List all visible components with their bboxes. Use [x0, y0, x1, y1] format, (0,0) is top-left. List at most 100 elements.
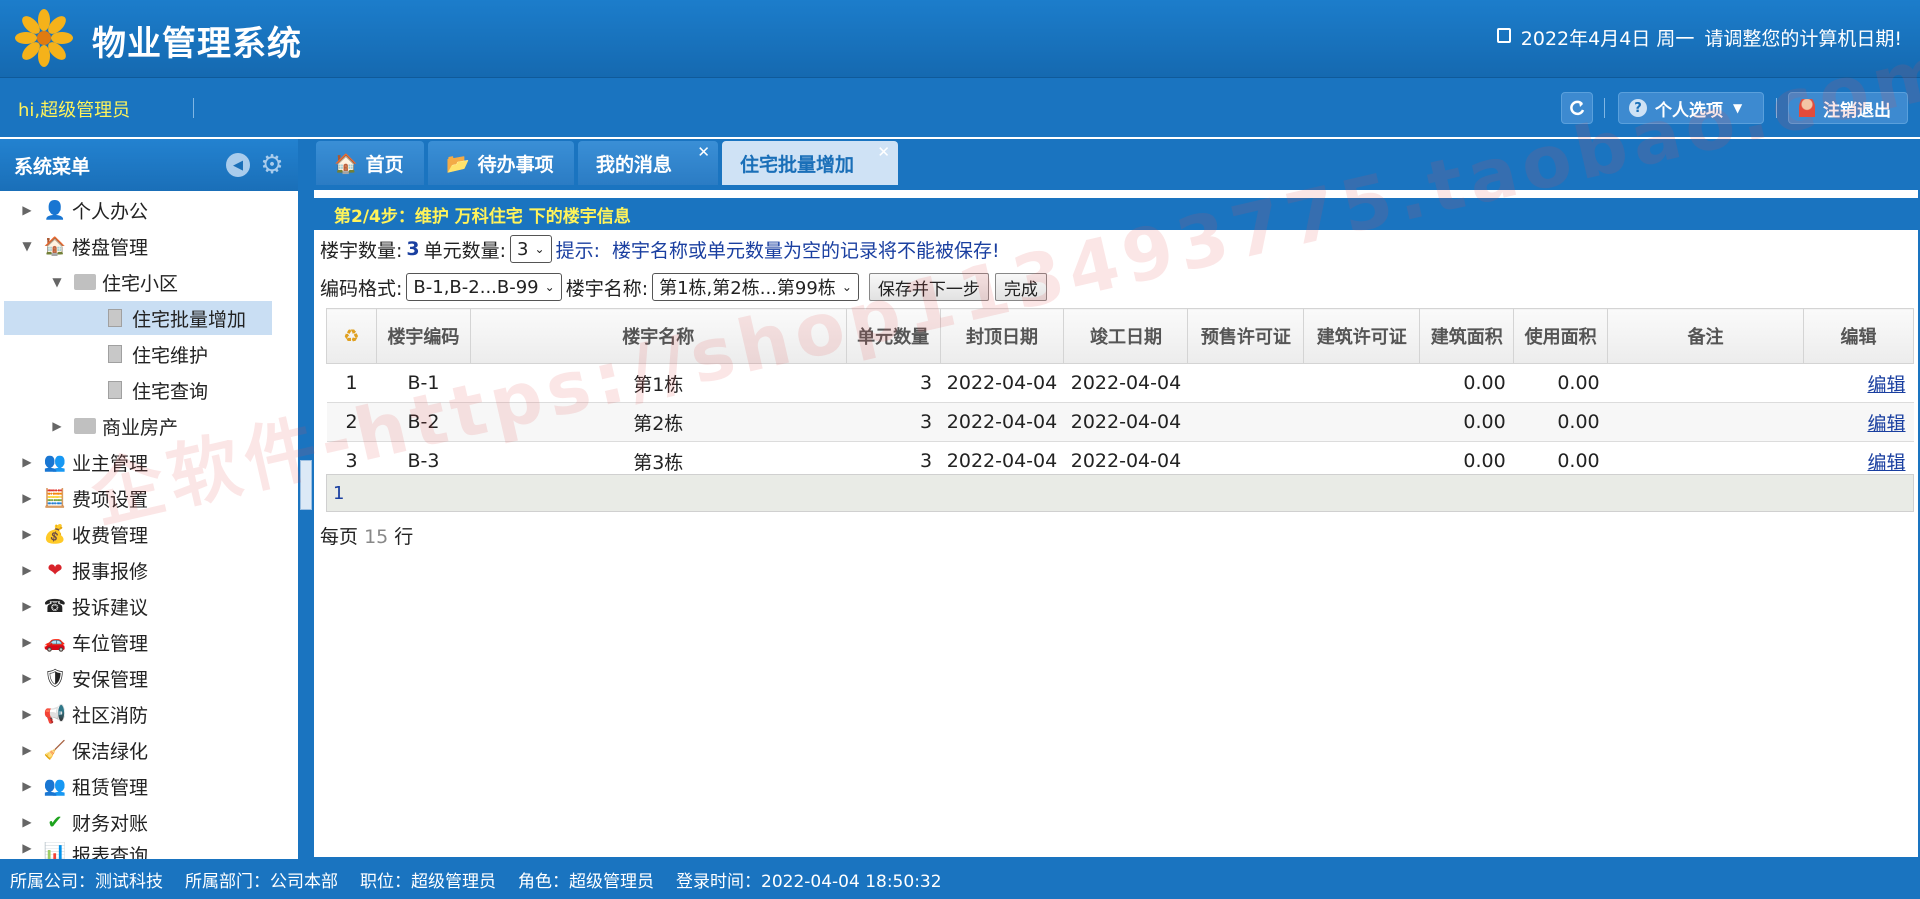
topping-date[interactable]: 2022-04-04 [940, 363, 1064, 403]
row-number: 2 [326, 402, 377, 442]
sidebar-item-residential[interactable]: ▼ 住宅小区 [48, 265, 178, 299]
finish-button[interactable]: 完成 [994, 273, 1047, 301]
edit-link[interactable]: 编辑 [1867, 374, 1905, 396]
sidebar-item-report[interactable]: ▶ 📊 报表查询 [18, 841, 148, 859]
building-name-select[interactable]: 第1栋,第2栋...第99栋 ⌄ [652, 273, 859, 301]
building-name[interactable]: 第1栋 [470, 363, 847, 403]
unit-count[interactable]: 3 [846, 363, 941, 403]
sidebar-item-label: 收费管理 [72, 524, 149, 547]
tab-todo[interactable]: 📂 待办事项 [428, 141, 574, 185]
save-next-button[interactable]: 保存并下一步 [868, 273, 989, 301]
sidebar-item-fees[interactable]: ▶ 🧮 费项设置 [18, 481, 148, 515]
current-date: 2022年4月4日 周一 [1520, 28, 1695, 50]
presale-permit[interactable] [1187, 363, 1304, 403]
refresh-rows-icon[interactable]: ♻ [326, 308, 377, 364]
personal-options-button[interactable]: ? 个人选项 ▼ [1618, 92, 1764, 124]
building-area[interactable]: 0.00 [1419, 402, 1514, 442]
gear-icon[interactable]: ⚙ [260, 152, 284, 178]
building-name-value: 第1栋,第2栋...第99栋 [659, 278, 836, 299]
usable-area[interactable]: 0.00 [1513, 363, 1608, 403]
grid-header-row: ♻ 楼宇编码 楼宇名称 单元数量 封顶日期 竣工日期 预售许可证 建筑许可证 建… [326, 308, 1915, 364]
main-area: 🏠 首页 📂 待办事项 我的消息 ✕ 住宅批量增加 ✕ 第2/4步：维护 万科住… [312, 139, 1920, 859]
rows-per-page-value[interactable]: 15 [364, 526, 388, 548]
sidebar-item-fire[interactable]: ▶ 📢 社区消防 [18, 697, 148, 731]
unit-count-select[interactable]: 3 ⌄ [510, 235, 552, 263]
sidebar-item-finance[interactable]: ▶ ✔ 财务对账 [18, 805, 148, 839]
building-permit[interactable] [1303, 363, 1420, 403]
usable-area[interactable]: 0.00 [1513, 402, 1608, 442]
building-name[interactable]: 第2栋 [470, 402, 847, 442]
column-header[interactable]: 备注 [1607, 308, 1804, 364]
column-header[interactable]: 单元数量 [845, 308, 941, 364]
edit-link[interactable]: 编辑 [1867, 413, 1905, 435]
chevron-right-icon: ▶ [22, 563, 32, 577]
rows-per-page-suffix: 行 [394, 526, 414, 548]
column-header[interactable]: 编辑 [1802, 308, 1915, 364]
refresh-button[interactable] [1561, 92, 1593, 124]
note[interactable] [1607, 402, 1804, 442]
heart-icon: ❤ [47, 559, 63, 581]
code-format-select[interactable]: B-1,B-2...B-99 ⌄ [406, 273, 562, 301]
table-row[interactable]: 2 B-2 第2栋 3 2022-04-04 2022-04-04 0.00 0… [326, 402, 1914, 442]
presale-permit[interactable] [1187, 402, 1304, 442]
column-header[interactable]: 预售许可证 [1187, 308, 1305, 364]
sidebar-item-personal-office[interactable]: ▶ 👤 个人办公 [18, 193, 148, 227]
sidebar-item-label: 住宅维护 [132, 344, 209, 367]
tab-home[interactable]: 🏠 首页 [316, 141, 424, 185]
form-row-counts: 楼宇数量: 3 单元数量: 3 ⌄ 提示: 楼宇名称或单元数量为空的记录将不能被… [320, 232, 1000, 266]
date-area: 2022年4月4日 周一 请调整您的计算机日期! [1496, 24, 1902, 51]
chevron-right-icon: ▶ [22, 779, 32, 793]
column-header[interactable]: 楼宇名称 [469, 308, 847, 364]
page-number[interactable]: 1 [333, 483, 344, 504]
topping-date[interactable]: 2022-04-04 [940, 402, 1064, 442]
column-header[interactable]: 建筑许可证 [1303, 308, 1421, 364]
building-permit[interactable] [1303, 402, 1420, 442]
status-bar: 所属公司：测试科技 所属部门：公司本部 职位：超级管理员 角色：超级管理员 登录… [0, 859, 1920, 899]
column-header[interactable]: 封顶日期 [939, 308, 1065, 364]
sidebar-item-complaint[interactable]: ▶ ☎ 投诉建议 [18, 589, 148, 623]
sidebar-item-owner[interactable]: ▶ 👥 业主管理 [18, 445, 148, 479]
check-icon: ✔ [47, 811, 63, 833]
sidebar-item-commercial[interactable]: ▶ 商业房产 [48, 409, 178, 443]
building-area[interactable]: 0.00 [1419, 363, 1514, 403]
user-greeting: hi,超级管理员 [18, 100, 131, 121]
sidebar-item-lease[interactable]: ▶ 👥 租赁管理 [18, 769, 148, 803]
close-icon[interactable]: ✕ [697, 143, 710, 161]
building-code[interactable]: B-1 [376, 363, 471, 403]
completion-date[interactable]: 2022-04-04 [1063, 363, 1188, 403]
completion-date[interactable]: 2022-04-04 [1063, 402, 1188, 442]
tab-batch-add[interactable]: 住宅批量增加 ✕ [722, 141, 898, 185]
sidebar-item-maintain[interactable]: 住宅维护 [96, 337, 208, 371]
sidebar-item-batch-add[interactable]: 住宅批量增加 [4, 301, 272, 335]
sidebar-item-label: 个人办公 [72, 200, 149, 223]
calendar-icon [1496, 28, 1511, 43]
unit-count[interactable]: 3 [846, 402, 941, 442]
code-format-label: 编码格式: [320, 277, 403, 300]
edit-link[interactable]: 编辑 [1867, 452, 1905, 474]
sidebar-item-label: 住宅小区 [102, 272, 179, 295]
tab-messages[interactable]: 我的消息 ✕ [578, 141, 718, 185]
table-row[interactable]: 1 B-1 第1栋 3 2022-04-04 2022-04-04 0.00 0… [326, 363, 1914, 403]
close-icon[interactable]: ✕ [877, 143, 890, 161]
sidebar-item-security[interactable]: ▶ 🛡 安保管理 [18, 661, 148, 695]
collapse-handle[interactable] [300, 460, 312, 510]
column-header[interactable]: 竣工日期 [1063, 308, 1189, 364]
chevron-right-icon: ▶ [22, 743, 32, 757]
collapse-left-icon[interactable]: ◀ [226, 153, 250, 177]
sidebar-item-label: 住宅查询 [132, 380, 209, 403]
sidebar-item-charge[interactable]: ▶ 💰 收费管理 [18, 517, 148, 551]
tab-bar: 🏠 首页 📂 待办事项 我的消息 ✕ 住宅批量增加 ✕ [312, 139, 1920, 185]
column-header[interactable]: 楼宇编码 [375, 308, 471, 364]
sidebar-item-repair[interactable]: ▶ ❤ 报事报修 [18, 553, 148, 587]
sidebar-item-cleaning[interactable]: ▶ 🧹 保洁绿化 [18, 733, 148, 767]
column-header[interactable]: 建筑面积 [1419, 308, 1515, 364]
sidebar-item-query[interactable]: 住宅查询 [96, 373, 208, 407]
sidebar-item-property[interactable]: ▼ 🏠 楼盘管理 [18, 229, 148, 263]
rows-per-page: 每页 15 行 [320, 522, 413, 549]
column-header[interactable]: 使用面积 [1513, 308, 1609, 364]
logout-button[interactable]: 注销退出 [1788, 92, 1908, 124]
sidebar-item-parking[interactable]: ▶ 🚗 车位管理 [18, 625, 148, 659]
building-code[interactable]: B-2 [376, 402, 471, 442]
note[interactable] [1607, 363, 1804, 403]
sidebar-item-label: 住宅批量增加 [132, 308, 247, 331]
